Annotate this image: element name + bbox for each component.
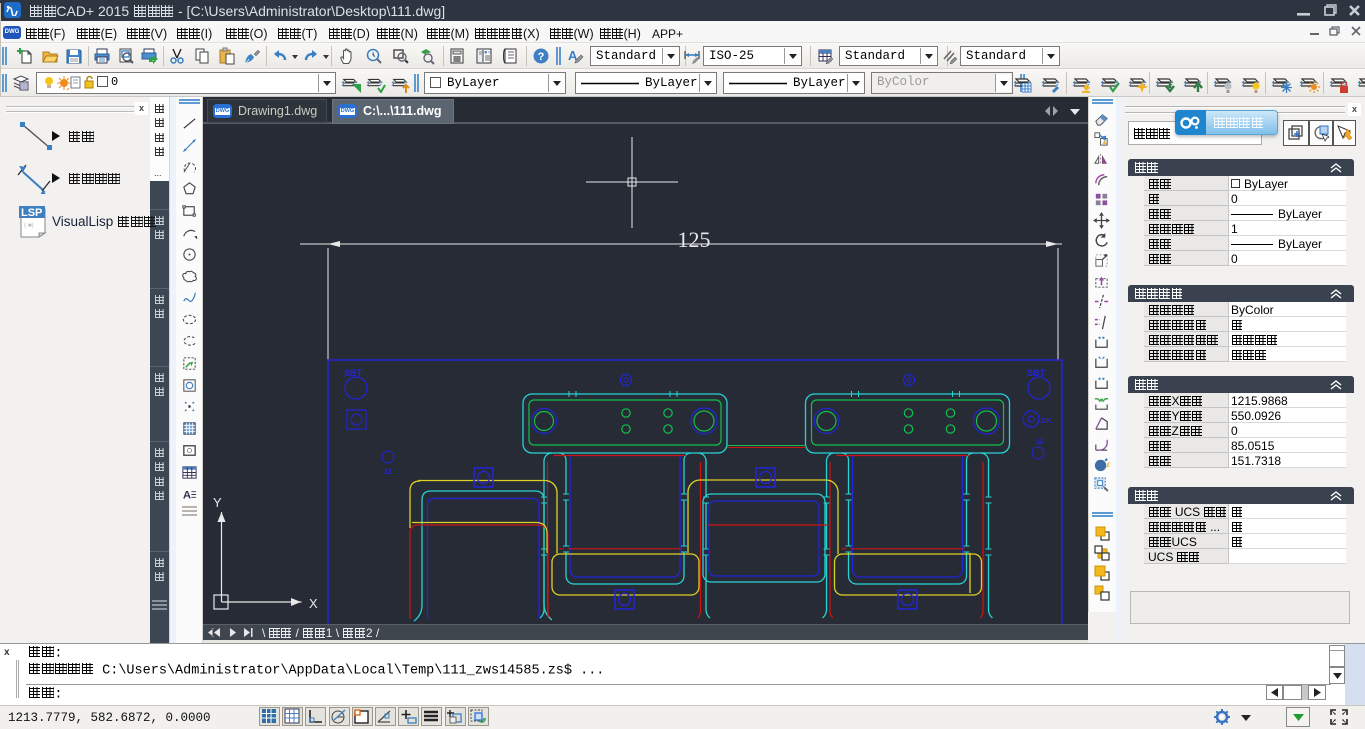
svg-text:125: 125 bbox=[678, 227, 711, 252]
svg-text:12: 12 bbox=[384, 469, 392, 476]
svg-text:Y: Y bbox=[213, 495, 222, 510]
svg-text:X: X bbox=[309, 596, 318, 611]
svg-text:LSP: LSP bbox=[21, 207, 42, 219]
svg-text:SBT: SBT bbox=[1027, 368, 1046, 378]
svg-text:12: 12 bbox=[1036, 439, 1044, 446]
svg-text:SBT: SBT bbox=[344, 368, 363, 378]
svg-text:(·■): (·■) bbox=[24, 223, 34, 229]
svg-text:OK: OK bbox=[1041, 418, 1052, 425]
